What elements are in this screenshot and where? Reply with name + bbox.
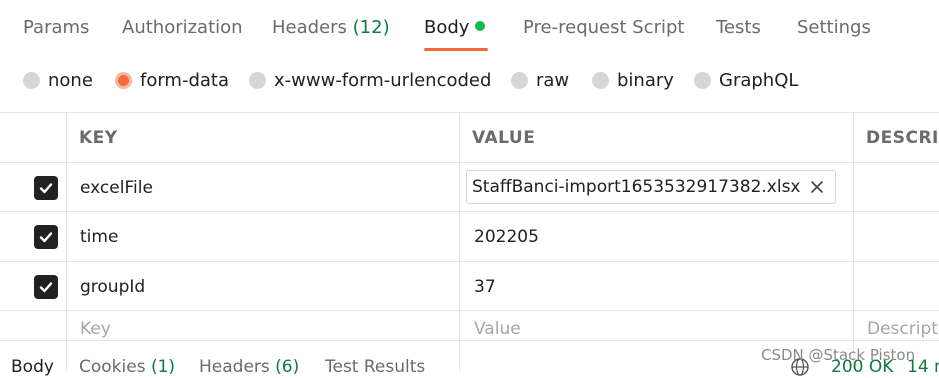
check-icon — [39, 281, 53, 292]
tab-params[interactable]: Params — [23, 17, 89, 38]
row-key[interactable]: time — [80, 212, 118, 262]
radio-label: form-data — [140, 70, 230, 91]
request-tabs: Params Authorization Headers (12) Body P… — [0, 0, 939, 56]
tab-tests[interactable]: Tests — [716, 17, 761, 38]
new-value-input[interactable]: Value — [474, 319, 521, 341]
tab-headers[interactable]: Headers (12) — [272, 17, 390, 38]
response-tab-headers[interactable]: Headers (6) — [199, 357, 299, 377]
tab-body[interactable]: Body — [424, 17, 486, 38]
watermark: CSDN @Stack Piston — [761, 346, 916, 364]
radio-circle-icon — [592, 72, 609, 89]
header-value: VALUE — [472, 128, 536, 148]
body-modified-dot-icon — [475, 21, 486, 31]
tab-pre-request-script[interactable]: Pre-request Script — [523, 17, 684, 38]
response-tab-test-results[interactable]: Test Results — [325, 357, 425, 377]
radio-selected-icon — [115, 72, 132, 89]
row-enabled-checkbox[interactable] — [34, 274, 58, 299]
tab-body-label: Body — [424, 17, 470, 38]
file-name: StaffBanci-import1653532917382.xlsx — [472, 177, 801, 197]
radio-circle-icon — [511, 72, 528, 89]
radio-raw[interactable]: raw — [511, 70, 569, 91]
header-description: DESCRIP — [866, 128, 939, 148]
radio-label: GraphQL — [719, 70, 799, 91]
row-value[interactable]: 202205 — [474, 212, 539, 262]
check-icon — [39, 182, 53, 193]
table-row: groupId 37 — [0, 261, 939, 311]
tab-headers-count: (12) — [352, 17, 390, 38]
radio-label: none — [48, 70, 93, 91]
row-enabled-checkbox[interactable] — [34, 175, 58, 200]
radio-label: x-www-form-urlencoded — [274, 70, 492, 91]
radio-x-www-form-urlencoded[interactable]: x-www-form-urlencoded — [249, 70, 491, 91]
response-tab-label: Headers — [199, 357, 270, 377]
active-tab-indicator — [424, 48, 488, 51]
new-key-input[interactable]: Key — [80, 319, 111, 341]
radio-circle-icon — [694, 72, 711, 89]
row-key[interactable]: groupId — [80, 262, 145, 311]
tab-authorization[interactable]: Authorization — [122, 17, 243, 38]
response-tab-body[interactable]: Body — [11, 357, 54, 377]
check-icon — [39, 232, 53, 243]
header-key: KEY — [79, 128, 118, 148]
tab-settings[interactable]: Settings — [797, 17, 871, 38]
radio-binary[interactable]: binary — [592, 70, 674, 91]
radio-circle-icon — [23, 72, 40, 89]
row-value[interactable]: 37 — [474, 262, 496, 311]
response-tab-count: (6) — [275, 357, 300, 377]
radio-label: raw — [536, 70, 570, 91]
response-tab-label: Cookies — [79, 357, 146, 377]
response-tab-count: (1) — [150, 357, 176, 377]
response-tab-cookies[interactable]: Cookies (1) — [79, 357, 175, 377]
file-chip[interactable]: StaffBanci-import1653532917382.xlsx — [466, 170, 836, 204]
radio-graphql[interactable]: GraphQL — [694, 70, 798, 91]
close-icon[interactable] — [807, 177, 827, 197]
new-description-input[interactable]: Descript — [867, 319, 938, 341]
radio-form-data[interactable]: form-data — [115, 70, 229, 91]
table-row: time 202205 — [0, 211, 939, 262]
table-row: excelFile StaffBanci-import1653532917382… — [0, 162, 939, 212]
tab-headers-label: Headers — [272, 17, 347, 38]
body-type-options: none form-data x-www-form-urlencoded raw… — [0, 70, 939, 96]
radio-circle-icon — [249, 72, 266, 89]
row-key[interactable]: excelFile — [80, 163, 153, 212]
radio-label: binary — [617, 70, 674, 91]
row-enabled-checkbox[interactable] — [34, 225, 58, 249]
radio-none[interactable]: none — [23, 70, 93, 91]
new-row: Key Value Descript — [0, 310, 939, 341]
table-header-row: KEY VALUE DESCRIP — [0, 112, 939, 163]
